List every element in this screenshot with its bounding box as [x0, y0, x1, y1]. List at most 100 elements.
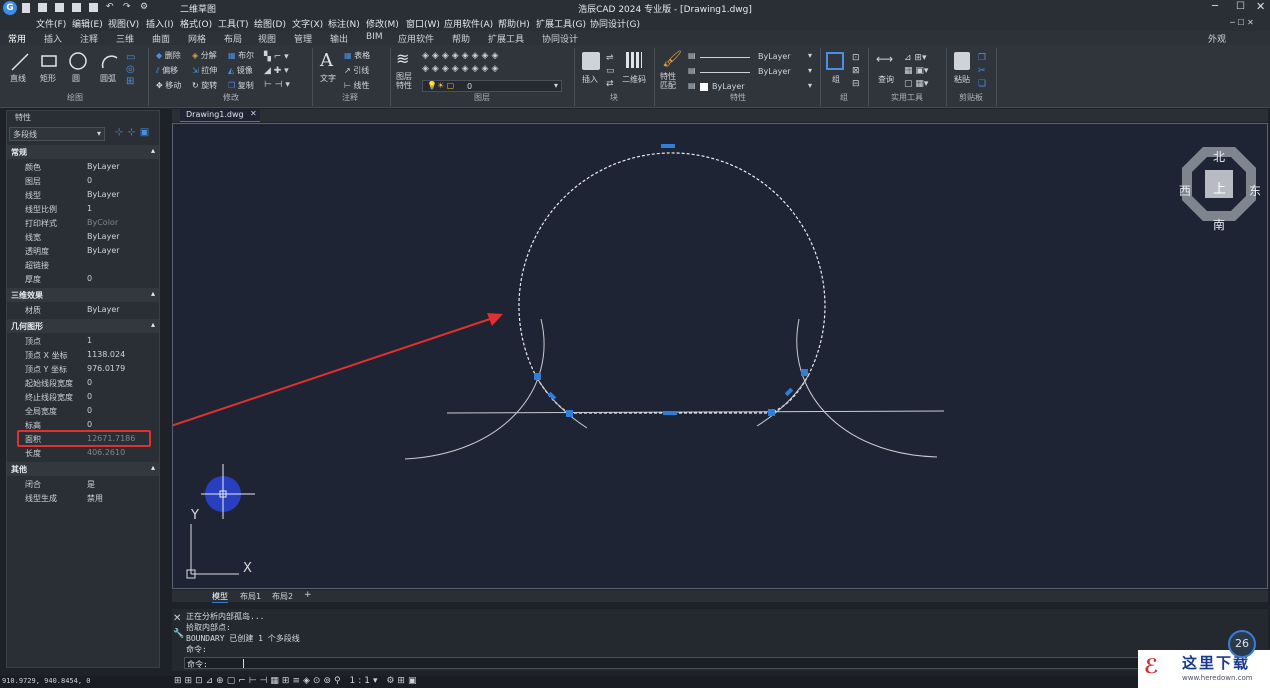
layer-dropdown[interactable]: 💡☀ ▢ 0 ▾: [422, 80, 562, 92]
rotate-button[interactable]: ↻ 旋转: [192, 80, 217, 91]
tab-help[interactable]: 帮助: [452, 32, 470, 45]
property-section-header[interactable]: 常规 ▴: [7, 145, 159, 159]
property-row[interactable]: 线宽 ByLayer: [7, 230, 159, 244]
object-type-dropdown[interactable]: 多段线 ▾: [9, 127, 105, 141]
tab-extensions[interactable]: 扩展工具: [488, 32, 524, 45]
drawing-surface[interactable]: Y X: [173, 124, 1267, 588]
gear-icon[interactable]: ⚙: [140, 3, 149, 12]
erase-button[interactable]: ◆ 删除: [156, 50, 181, 61]
menu-text[interactable]: 文字(X): [292, 17, 323, 30]
app-logo-icon[interactable]: G: [3, 1, 17, 15]
property-row[interactable]: 线型 ByLayer: [7, 188, 159, 202]
menu-draw[interactable]: 绘图(D): [254, 17, 286, 30]
query-button[interactable]: 查询: [878, 74, 894, 85]
property-section-header[interactable]: 其他 ▴: [7, 462, 159, 476]
property-row[interactable]: 顶点 1: [7, 334, 159, 348]
quick-select-icons[interactable]: ⊹⊹▣: [115, 127, 159, 141]
copy-button[interactable]: ❐ 复制: [228, 80, 254, 91]
viewcube-north[interactable]: 北: [1213, 148, 1225, 165]
property-row[interactable]: 超链接: [7, 258, 159, 272]
tab-bim[interactable]: BIM: [366, 32, 383, 42]
viewcube-top[interactable]: 上: [1213, 178, 1226, 197]
redo-icon[interactable]: ↷: [123, 3, 132, 12]
command-close-icon[interactable]: ✕: [173, 613, 181, 624]
tab-layout[interactable]: 布局: [224, 32, 242, 45]
property-row[interactable]: 长度 406.2610: [7, 446, 159, 460]
property-value[interactable]: 0: [87, 406, 92, 415]
offset-button[interactable]: ⫽ 偏移: [156, 65, 178, 76]
document-tab[interactable]: Drawing1.dwg ✕: [180, 109, 260, 122]
line-button[interactable]: 直线: [10, 73, 26, 84]
property-value[interactable]: 0: [87, 176, 92, 185]
property-row[interactable]: 线型生成 禁用: [7, 491, 159, 505]
arc-icon[interactable]: [100, 52, 120, 72]
move-button[interactable]: ✥ 移动: [156, 80, 181, 91]
match-properties-icon[interactable]: 🖌: [662, 50, 682, 68]
paste-button[interactable]: 粘贴: [954, 74, 970, 85]
tab-insert[interactable]: 插入: [44, 32, 62, 45]
property-section-header[interactable]: 三维效果 ▴: [7, 288, 159, 302]
command-input[interactable]: 命令:: [184, 657, 1264, 669]
undo-icon[interactable]: ↶: [106, 3, 115, 12]
quick-access-toolbar[interactable]: ↶ ↷ ⚙: [22, 3, 172, 13]
property-row[interactable]: 顶点 Y 坐标 976.0179: [7, 362, 159, 376]
property-row[interactable]: 材质 ByLayer: [7, 303, 159, 317]
property-row[interactable]: 厚度 0: [7, 272, 159, 286]
collapse-icon[interactable]: ▴: [151, 320, 155, 329]
saveas-icon[interactable]: [72, 3, 81, 12]
layer-tool-icons[interactable]: ◈◈◈◈◈◈◈◈ ◈◈◈◈◈◈◈◈: [422, 50, 562, 78]
menu-format[interactable]: 格式(O): [180, 17, 212, 30]
tab-surface[interactable]: 曲面: [152, 32, 170, 45]
property-value[interactable]: 406.2610: [87, 448, 125, 457]
collapse-icon[interactable]: ▴: [151, 289, 155, 298]
close-icon[interactable]: ✕: [1256, 0, 1265, 13]
property-row[interactable]: 面积 12671.7186: [7, 430, 159, 447]
new-icon[interactable]: [22, 3, 30, 13]
clipboard-tool-icons[interactable]: ❐ ✂ ❏: [978, 52, 990, 92]
menu-help[interactable]: 帮助(H): [498, 17, 530, 30]
circle-button[interactable]: 圆: [72, 73, 80, 84]
tab-view[interactable]: 视图: [258, 32, 276, 45]
property-row[interactable]: 透明度 ByLayer: [7, 244, 159, 258]
menu-extensions[interactable]: 扩展工具(G): [536, 17, 586, 30]
property-value[interactable]: 0: [87, 420, 92, 429]
qrcode-button[interactable]: 二维码: [622, 74, 646, 85]
leader-button[interactable]: ↗ 引线: [344, 65, 369, 76]
property-row[interactable]: 打印样式 ByColor: [7, 216, 159, 230]
layout-tab-1[interactable]: 布局1: [240, 591, 261, 602]
insert-button[interactable]: 插入: [582, 74, 598, 85]
draw-more-icons[interactable]: ▭ ◎ ⊞: [126, 52, 142, 88]
add-layout-icon[interactable]: +: [304, 590, 312, 600]
property-row[interactable]: 图层 0: [7, 174, 159, 188]
doc-minimize-icon[interactable]: ─ ☐ ✕: [1230, 18, 1254, 27]
minimize-icon[interactable]: ─: [1212, 1, 1218, 12]
print-icon[interactable]: [89, 3, 98, 12]
menu-file[interactable]: 文件(F): [36, 17, 66, 30]
collapse-icon[interactable]: ▴: [151, 463, 155, 472]
text-button[interactable]: 文字: [320, 73, 336, 84]
property-row[interactable]: 全局宽度 0: [7, 404, 159, 418]
property-value[interactable]: 0: [87, 378, 92, 387]
measure-icon[interactable]: ⟷: [876, 52, 896, 68]
property-value[interactable]: 976.0179: [87, 364, 125, 373]
layout-tab-2[interactable]: 布局2: [272, 591, 293, 602]
utility-tool-icons[interactable]: ⊿ ⊞▾ ▦ ▣▾ ▢ ▦▾: [904, 52, 940, 92]
viewcube-east[interactable]: 东: [1249, 182, 1261, 199]
color-dropdown[interactable]: ▤ ByLayer ▾: [688, 51, 812, 63]
maximize-icon[interactable]: ☐: [1236, 1, 1245, 12]
rectangle-button[interactable]: 矩形: [40, 73, 56, 84]
tab-3d[interactable]: 三维: [116, 32, 134, 45]
appearance-menu[interactable]: 外观: [1208, 32, 1226, 45]
linetype-dropdown[interactable]: ▤ ByLayer ▾: [688, 66, 812, 78]
property-value[interactable]: 0: [87, 274, 92, 283]
property-row[interactable]: 闭合 是: [7, 477, 159, 491]
close-tab-icon[interactable]: ✕: [250, 109, 257, 118]
property-value[interactable]: ByLayer: [87, 190, 120, 199]
property-row[interactable]: 顶点 X 坐标 1138.024: [7, 348, 159, 362]
modify-more-icons[interactable]: ▚ ⌐ ▾ ◢ ✚ ▾ ⊢ ⊣ ▾: [264, 50, 308, 90]
property-value[interactable]: 1138.024: [87, 350, 125, 359]
status-toggle-icons[interactable]: ⊞⊞⊡⊿⊕▢⌐⊢⊣▦⊞≡◈⊙⊚⚲ 1:1▾ ⚙⊞▣: [174, 676, 464, 688]
viewcube-south[interactable]: 南: [1213, 216, 1225, 233]
rectangle-icon[interactable]: [40, 53, 58, 69]
boolean-button[interactable]: ▦ 布尔: [228, 50, 254, 61]
